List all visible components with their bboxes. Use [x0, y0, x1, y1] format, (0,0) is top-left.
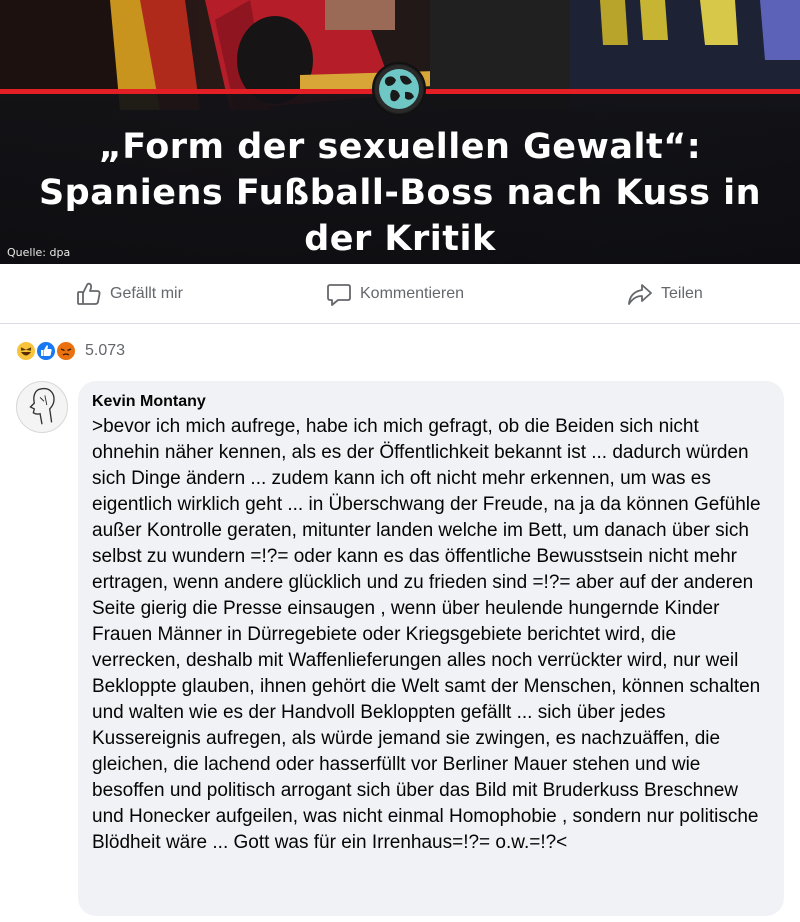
- post-image[interactable]: „Form der sexuellen Gewalt“: Spaniens Fu…: [0, 0, 800, 264]
- reaction-icons: [15, 340, 81, 362]
- thumbs-up-icon: [77, 282, 101, 305]
- comment-bubble: Kevin Montany >bevor ich mich aufrege, h…: [78, 381, 784, 916]
- share-arrow-icon: [628, 284, 652, 305]
- comment-button[interactable]: Kommentieren: [326, 264, 464, 324]
- reaction-count: 5.073: [85, 342, 126, 359]
- like-button[interactable]: Gefällt mir: [76, 264, 183, 324]
- headline-line: der Kritik: [304, 219, 496, 259]
- globe-icon: [372, 62, 426, 116]
- headline-line: „Form der sexuellen Gewalt“:: [98, 127, 702, 167]
- comment-text: >bevor ich mich aufrege, habe ich mich g…: [92, 416, 761, 853]
- comment-label: Kommentieren: [360, 285, 465, 302]
- haha-reaction-icon: [15, 340, 37, 362]
- post-headline: „Form der sexuellen Gewalt“: Spaniens Fu…: [0, 124, 800, 262]
- headline-line: Spaniens Fußball-Boss nach Kuss in: [38, 173, 762, 213]
- post-action-bar: Gefällt mir Kommentieren Teilen: [0, 264, 800, 324]
- comment-author[interactable]: Kevin Montany: [92, 391, 770, 413]
- profile-sketch-icon: [29, 387, 55, 425]
- like-reaction-icon: [35, 340, 57, 362]
- image-source: Quelle: dpa: [7, 246, 71, 259]
- avatar[interactable]: [16, 381, 68, 433]
- share-button[interactable]: Teilen: [627, 264, 703, 324]
- share-label: Teilen: [661, 285, 703, 302]
- comment-bubble-icon: [327, 284, 351, 306]
- angry-reaction-icon: [55, 340, 77, 362]
- reactions-summary[interactable]: 5.073: [15, 339, 125, 363]
- like-label: Gefällt mir: [110, 285, 183, 302]
